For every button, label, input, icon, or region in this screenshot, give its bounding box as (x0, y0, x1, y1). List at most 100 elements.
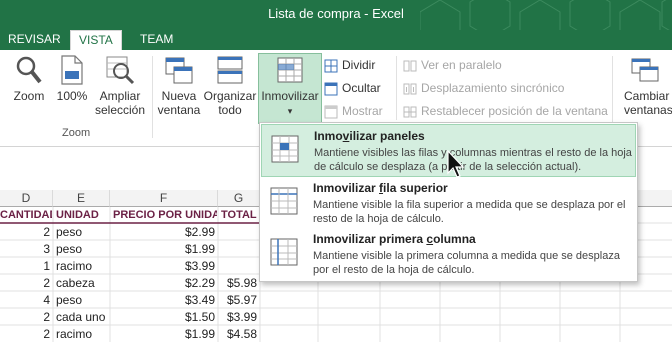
zoom-selection-button[interactable]: Ampliar selección (94, 55, 146, 117)
zoom-button[interactable]: Zoom (10, 55, 48, 103)
cell-total[interactable] (221, 224, 257, 241)
unhide-button[interactable]: Mostrar (324, 103, 383, 119)
menu-item-freeze-top-row-desc: Mantiene visible la fila superior a medi… (313, 199, 626, 225)
small-button-separator (396, 56, 397, 120)
freeze-panes-label: Inmovilizar (261, 89, 319, 103)
sync-scroll-icon (403, 83, 417, 95)
new-window-label-1: Nueva (161, 89, 197, 103)
hide-icon (324, 82, 338, 96)
unhide-label: Mostrar (342, 104, 383, 118)
cell-unit[interactable]: peso (56, 241, 110, 258)
freeze-panes-item-icon (271, 135, 299, 163)
cell-qty[interactable]: 2 (0, 309, 50, 326)
freeze-panes-button-content: Inmovilizar ▾ (259, 55, 321, 118)
cell-total[interactable] (221, 241, 257, 258)
header-precio[interactable]: PRECIO POR UNIDAD (113, 207, 217, 224)
hide-button[interactable]: Ocultar (324, 80, 381, 96)
cell-unit[interactable]: cabeza (56, 275, 110, 292)
zoom-100-label: 100% (56, 89, 88, 103)
cell-total[interactable]: $5.97 (221, 292, 257, 309)
cell-qty[interactable]: 2 (0, 326, 50, 343)
cell-qty[interactable]: 1 (0, 258, 50, 275)
split-label: Dividir (342, 58, 376, 72)
cell-total[interactable]: $4.58 (221, 326, 257, 343)
cell-unit[interactable]: cada uno (56, 309, 110, 326)
cell-price[interactable]: $2.29 (113, 275, 215, 292)
arrange-all-label-2: todo (218, 103, 242, 117)
tab-vista[interactable]: VISTA (70, 30, 122, 52)
side-by-side-icon (403, 60, 417, 72)
header-cantidad[interactable]: CANTIDAD (0, 207, 52, 224)
side-by-side-label: Ver en paralelo (421, 58, 502, 72)
freeze-panes-icon (277, 57, 303, 83)
hide-label: Ocultar (342, 81, 381, 95)
cell-price[interactable]: $3.99 (113, 258, 215, 275)
split-icon (324, 59, 338, 73)
zoom-100-button[interactable]: 100% (54, 55, 90, 103)
header-total[interactable]: TOTAL (221, 207, 259, 224)
cell-unit[interactable]: peso (56, 292, 110, 309)
tab-revisar[interactable]: REVISAR (0, 30, 69, 50)
zoom-selection-label-1: Ampliar (99, 89, 141, 103)
side-by-side-button[interactable]: Ver en paralelo (403, 57, 502, 73)
reset-position-button[interactable]: Restablecer posición de la ventana (403, 103, 608, 119)
new-window-button[interactable]: Nueva ventana (156, 55, 202, 117)
switch-windows-label-1: Cambiar (624, 89, 670, 103)
column-header-f[interactable]: F (110, 190, 218, 207)
reset-position-label: Restablecer posición de la ventana (421, 104, 608, 118)
new-window-icon (165, 57, 193, 84)
sync-scroll-label: Desplazamiento sincrónico (421, 81, 565, 95)
menu-item-freeze-first-column-desc: Mantiene visible la primera columna a me… (313, 250, 620, 276)
hundred-percent-icon (61, 55, 83, 85)
zoom-selection-label-2: selección (94, 103, 146, 117)
window-title: Lista de compra - Excel (268, 6, 404, 21)
cell-price[interactable]: $3.49 (113, 292, 215, 309)
switch-windows-button[interactable]: Cambiar ventanas (618, 55, 672, 117)
menu-item-freeze-top-row[interactable]: Inmovilizar fila superior Mantiene visib… (261, 177, 636, 228)
cell-qty[interactable]: 4 (0, 292, 50, 309)
group-separator (152, 56, 153, 138)
new-window-label-2: ventana (157, 103, 201, 117)
cell-unit[interactable]: peso (56, 224, 110, 241)
arrange-all-button[interactable]: Organizar todo (203, 55, 257, 117)
menu-item-freeze-panes-title: Inmovilizar paneles (314, 129, 425, 143)
cell-qty[interactable]: 2 (0, 224, 50, 241)
freeze-panes-menu: Inmovilizar paneles Mantiene visibles la… (259, 122, 638, 282)
freeze-top-row-icon (270, 187, 298, 215)
arrange-all-label-1: Organizar (203, 89, 257, 103)
freeze-panes-arrow: ▾ (287, 106, 293, 116)
cell-total[interactable]: $3.99 (221, 309, 257, 326)
cell-unit[interactable]: racimo (56, 258, 110, 275)
menu-item-freeze-top-row-title: Inmovilizar fila superior (313, 181, 448, 195)
menu-item-freeze-panes-desc: Mantiene visibles las filas y columnas m… (314, 147, 632, 173)
cell-qty[interactable]: 2 (0, 275, 50, 292)
column-header-g[interactable]: G (218, 190, 260, 207)
title-part: ila superior (383, 181, 448, 195)
cell-price[interactable]: $2.99 (113, 224, 215, 241)
split-button[interactable]: Dividir (324, 57, 375, 73)
reset-position-icon (403, 106, 417, 118)
menu-item-freeze-first-column-title: Inmovilizar primera columna (313, 232, 476, 246)
cell-unit[interactable]: racimo (56, 326, 110, 343)
sync-scroll-button[interactable]: Desplazamiento sincrónico (403, 80, 564, 96)
title-part: ilizar paneles (349, 129, 425, 143)
arrange-all-icon (217, 56, 243, 84)
switch-windows-label-2: ventanas (624, 103, 672, 117)
column-header-d[interactable]: D (0, 190, 53, 207)
switch-windows-icon (631, 58, 659, 82)
freeze-first-column-icon (270, 238, 298, 266)
cell-qty[interactable]: 3 (0, 241, 50, 258)
cell-price[interactable]: $1.50 (113, 309, 215, 326)
title-part: Inmo (314, 129, 343, 143)
title-part: olumna (433, 232, 476, 246)
mouse-cursor-icon (447, 150, 465, 178)
header-unidad[interactable]: UNIDAD (56, 207, 110, 224)
menu-item-freeze-first-column[interactable]: Inmovilizar primera columna Mantiene vis… (261, 228, 636, 279)
cell-total[interactable] (221, 258, 257, 275)
column-header-e[interactable]: E (53, 190, 110, 207)
cell-price[interactable]: $1.99 (113, 326, 215, 343)
cell-total[interactable]: $5.98 (221, 275, 257, 292)
cell-price[interactable]: $1.99 (113, 241, 215, 258)
zoom-selection-icon (106, 56, 135, 85)
tab-team[interactable]: TEAM (132, 30, 181, 50)
